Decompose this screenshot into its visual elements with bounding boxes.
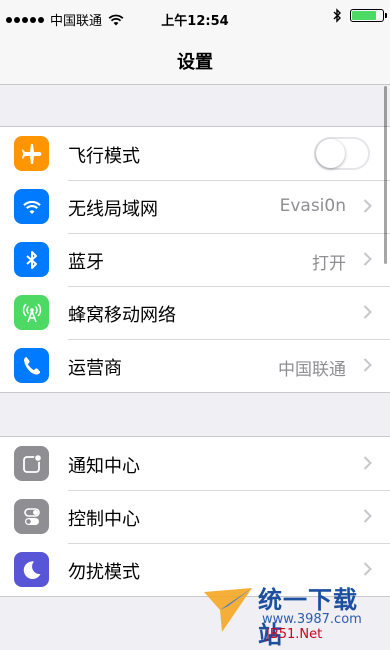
settings-row-notification-center[interactable]: 通知中心 [0, 437, 390, 490]
cellular-antenna-icon [14, 295, 49, 330]
airplane-icon [14, 136, 49, 171]
watermark-site: JB51.Net [266, 627, 323, 642]
status-time: 上午12:54 [161, 14, 229, 29]
watermark-subtitle: www.3987.com JB51.Net [262, 612, 382, 642]
chevron-right-icon [363, 305, 372, 319]
settings-row-label: 运营商 [68, 358, 122, 379]
bluetooth-icon [333, 8, 341, 23]
settings-group-notifications: 通知中心 控制中心 勿扰模式 [0, 436, 390, 597]
settings-group-connectivity: 飞行模式 无线局域网 Evasi0n 蓝牙 打开 蜂窝移动网络 运营商 中国联通 [0, 126, 390, 393]
watermark-logo: 统一下载站 www.3987.com JB51.Net [202, 578, 382, 649]
airplane-mode-toggle[interactable] [314, 137, 370, 170]
settings-row-label: 通知中心 [68, 456, 140, 477]
notification-center-icon [14, 446, 49, 481]
settings-row-airplane-mode: 飞行模式 [0, 127, 390, 180]
moon-icon [14, 552, 49, 587]
settings-row-label: 无线局域网 [68, 199, 158, 220]
chevron-right-icon [363, 456, 372, 470]
status-bar: 中国联通 上午12:54 [0, 0, 390, 36]
settings-row-label: 勿扰模式 [68, 562, 140, 583]
control-center-icon [14, 499, 49, 534]
carrier-value: 中国联通 [278, 360, 346, 380]
settings-row-cellular[interactable]: 蜂窝移动网络 [0, 286, 390, 339]
settings-row-label: 蓝牙 [68, 252, 104, 273]
wifi-icon [14, 189, 49, 224]
chevron-right-icon [363, 562, 372, 576]
settings-row-control-center[interactable]: 控制中心 [0, 490, 390, 543]
watermark-url: www.3987.com [262, 612, 362, 627]
bluetooth-icon [14, 242, 49, 277]
settings-row-label: 飞行模式 [68, 146, 140, 167]
bluetooth-status-value: 打开 [312, 254, 346, 274]
toggle-knob [316, 139, 345, 168]
battery-icon [350, 9, 387, 22]
chevron-right-icon [363, 199, 372, 213]
settings-row-wlan[interactable]: 无线局域网 Evasi0n [0, 180, 390, 233]
phone-icon [14, 348, 49, 383]
chevron-right-icon [363, 509, 372, 523]
chevron-right-icon [363, 252, 372, 266]
settings-row-label: 蜂窝移动网络 [68, 305, 176, 326]
scroll-indicator[interactable] [384, 86, 387, 264]
settings-row-label: 控制中心 [68, 509, 140, 530]
page-title: 设置 [177, 52, 213, 73]
navigation-bar: 设置 [0, 36, 390, 85]
watermark-arrow-icon [204, 588, 252, 632]
wlan-network-value: Evasi0n [279, 196, 346, 216]
settings-row-carrier[interactable]: 运营商 中国联通 [0, 339, 390, 392]
settings-row-bluetooth[interactable]: 蓝牙 打开 [0, 233, 390, 286]
chevron-right-icon [363, 358, 372, 372]
